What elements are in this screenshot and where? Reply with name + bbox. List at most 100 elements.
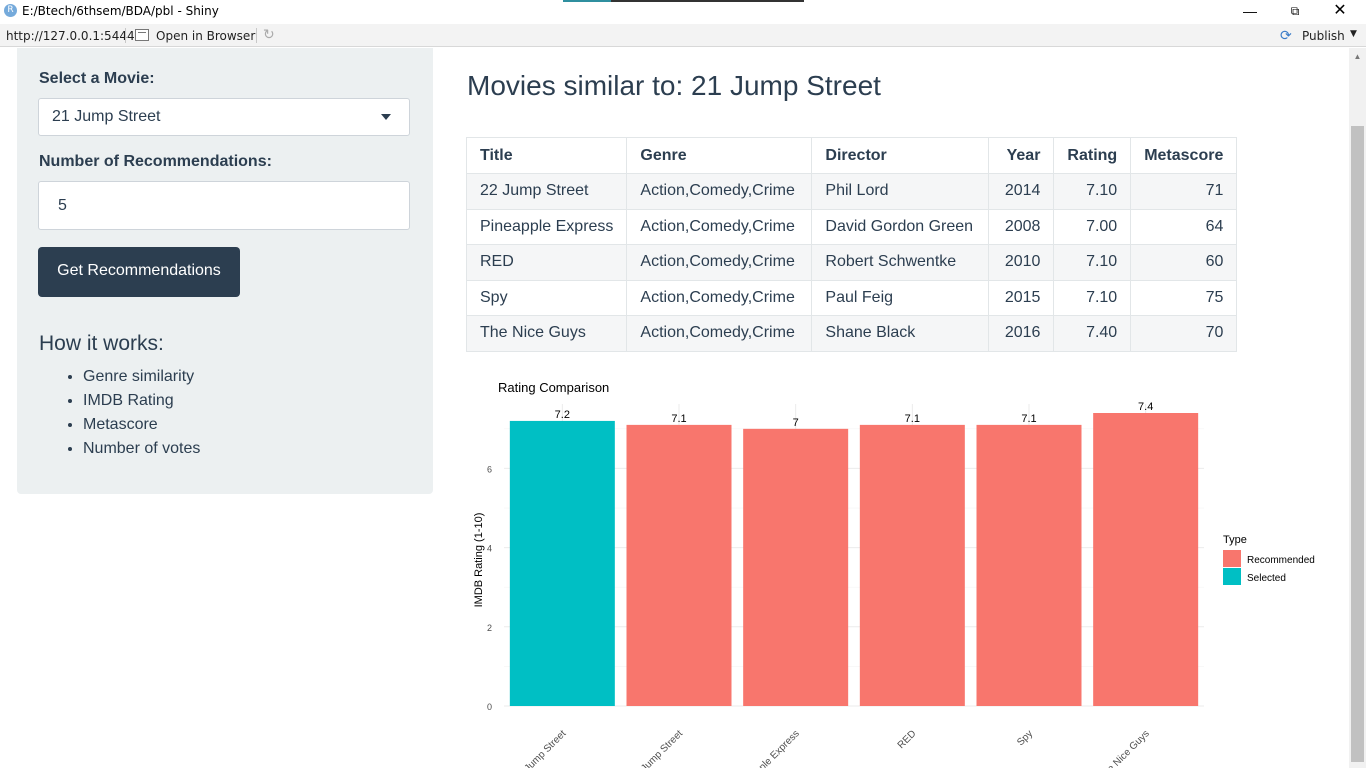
- maximize-icon[interactable]: ⧉: [1273, 2, 1317, 22]
- page-title: Movies similar to: 21 Jump Street: [467, 70, 881, 101]
- bar-pineapple-express: [743, 428, 849, 706]
- window-titlebar: R E:/Btech/6thsem/BDA/pbl - Shiny — ⧉ ✕: [0, 0, 1366, 24]
- cell-rating: 7.00: [1053, 208, 1132, 245]
- column-header-title: Title: [465, 137, 628, 174]
- legend-swatch: [1223, 550, 1241, 567]
- table-row: The Nice Guys Action,Comedy,Crime Shane …: [465, 315, 1238, 352]
- cell-title: 22 Jump Street: [465, 173, 628, 210]
- cell-rating: 7.10: [1053, 173, 1132, 210]
- x-tick-label: 21 Jump Street: [513, 728, 569, 768]
- y-tick-label: 0: [487, 702, 492, 712]
- x-tick-label: Spy: [1015, 728, 1035, 748]
- movie-select-label: Select a Movie:: [39, 70, 155, 87]
- bar-value-label: 7.1: [1021, 413, 1036, 425]
- bars: 7.2 7.1 7 7.1 7.1 7.4: [509, 401, 1199, 706]
- cell-director: Paul Feig: [811, 279, 990, 316]
- window-title: E:/Btech/6thsem/BDA/pbl - Shiny: [22, 4, 219, 18]
- cell-director: Robert Schwentke: [811, 244, 990, 281]
- y-tick-label: 2: [487, 623, 492, 633]
- x-tick-label: The Nice Guys: [1097, 728, 1152, 768]
- cell-title: Spy: [465, 279, 628, 316]
- bar-red: [859, 424, 965, 706]
- open-browser-icon[interactable]: [135, 29, 149, 41]
- column-header-metascore: Metascore: [1130, 137, 1238, 174]
- cell-rating: 7.10: [1053, 244, 1132, 281]
- viewer-toolbar: http://127.0.0.1:5444 Open in Browser ↻ …: [0, 24, 1366, 47]
- legend-entry-label: Recommended: [1247, 555, 1315, 566]
- cell-title: The Nice Guys: [465, 315, 628, 352]
- bar-value-label: 7.1: [671, 413, 686, 425]
- cell-rating: 7.40: [1053, 315, 1132, 352]
- cell-rating: 7.10: [1053, 279, 1132, 316]
- table-row: Spy Action,Comedy,Crime Paul Feig 2015 7…: [465, 279, 1238, 316]
- column-header-year: Year: [988, 137, 1055, 174]
- table-row: 22 Jump Street Action,Comedy,Crime Phil …: [465, 173, 1238, 210]
- toolbar-divider: [256, 28, 257, 43]
- y-tick-label: 6: [487, 464, 492, 474]
- movie-select-value: 21 Jump Street: [52, 108, 161, 125]
- list-item: IMDB Rating: [83, 389, 200, 413]
- cell-genre: Action,Comedy,Crime: [626, 315, 813, 352]
- get-recommendations-button[interactable]: Get Recommendations: [38, 247, 240, 297]
- legend: Type Recommended Selected: [1223, 534, 1315, 585]
- legend-entry-label: Selected: [1247, 573, 1286, 584]
- column-header-director: Director: [811, 137, 990, 174]
- cell-title: RED: [465, 244, 628, 281]
- publish-icon[interactable]: ⟳: [1280, 28, 1292, 44]
- sidebar-panel: Select a Movie: 21 Jump Street Number of…: [17, 48, 433, 494]
- movie-select[interactable]: 21 Jump Street: [38, 98, 410, 136]
- y-tick-label: 4: [487, 544, 492, 554]
- bar-21-jump-street: [509, 420, 615, 706]
- publish-button[interactable]: Publish: [1302, 29, 1345, 43]
- table-header-row: Title Genre Director Year Rating Metasco…: [465, 137, 1238, 174]
- title-accent-bar: [563, 0, 611, 2]
- page-scrollbar[interactable]: ▲: [1349, 48, 1366, 768]
- r-app-icon: R: [4, 4, 17, 17]
- cell-metascore: 75: [1130, 279, 1238, 316]
- legend-title: Type: [1223, 534, 1247, 546]
- column-header-rating: Rating: [1053, 137, 1132, 174]
- bar-value-label: 7: [793, 417, 799, 429]
- scrollbar-thumb[interactable]: [1351, 126, 1364, 762]
- url-text: http://127.0.0.1:5444: [6, 29, 135, 43]
- cell-year: 2016: [988, 315, 1055, 352]
- list-item: Genre similarity: [83, 365, 200, 389]
- legend-swatch: [1223, 568, 1241, 585]
- publish-dropdown-icon[interactable]: ▼: [1350, 29, 1357, 39]
- cell-director: Phil Lord: [811, 173, 990, 210]
- bar-value-label: 7.4: [1138, 401, 1153, 413]
- cell-director: Shane Black: [811, 315, 990, 352]
- recommendation-count-input[interactable]: 5: [38, 181, 410, 230]
- bar-the-nice-guys: [1093, 413, 1199, 706]
- cell-genre: Action,Comedy,Crime: [626, 208, 813, 245]
- cell-year: 2008: [988, 208, 1055, 245]
- refresh-icon[interactable]: ↻: [263, 27, 275, 43]
- cell-title: Pineapple Express: [465, 208, 628, 245]
- cell-year: 2010: [988, 244, 1055, 281]
- cell-metascore: 71: [1130, 173, 1238, 210]
- cell-metascore: 64: [1130, 208, 1238, 245]
- cell-year: 2015: [988, 279, 1055, 316]
- cell-year: 2014: [988, 173, 1055, 210]
- cell-director: David Gordon Green: [811, 208, 990, 245]
- scroll-up-icon[interactable]: ▲: [1349, 52, 1366, 61]
- toolbar-divider: [125, 28, 126, 43]
- close-icon[interactable]: ✕: [1318, 2, 1362, 22]
- bar-22-jump-street: [626, 424, 732, 706]
- list-item: Metascore: [83, 413, 200, 437]
- minimize-icon[interactable]: —: [1228, 2, 1272, 22]
- table-row: Pineapple Express Action,Comedy,Crime Da…: [465, 208, 1238, 245]
- how-it-works-list: Genre similarity IMDB Rating Metascore N…: [83, 365, 200, 461]
- x-tick-label: Pineapple Express: [735, 728, 802, 768]
- cell-genre: Action,Comedy,Crime: [626, 279, 813, 316]
- title-dark-bar: [611, 0, 804, 2]
- rating-comparison-chart: Rating Comparison IMDB Rating (1-10) 7.2…: [473, 380, 1315, 768]
- open-in-browser-button[interactable]: Open in Browser: [156, 29, 255, 43]
- cell-genre: Action,Comedy,Crime: [626, 173, 813, 210]
- cell-metascore: 60: [1130, 244, 1238, 281]
- how-it-works-heading: How it works:: [39, 332, 164, 355]
- cell-genre: Action,Comedy,Crime: [626, 244, 813, 281]
- chart-title: Rating Comparison: [498, 380, 609, 395]
- chevron-down-icon: [381, 114, 391, 120]
- recommendation-count-label: Number of Recommendations:: [39, 153, 272, 170]
